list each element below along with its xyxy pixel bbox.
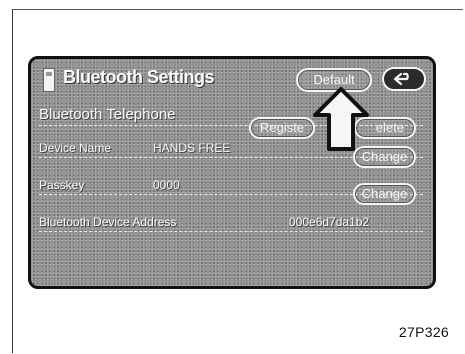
passkey-change-button[interactable]: Change	[353, 183, 416, 205]
device-address-label: Bluetooth Device Address	[39, 215, 177, 229]
device-address-value: 000e6d7da1b2	[289, 215, 370, 229]
pointer-arrow-icon	[313, 87, 369, 151]
passkey-label: Passkey	[39, 178, 85, 192]
phone-icon	[43, 68, 55, 92]
screen-title: Bluetooth Settings	[63, 67, 215, 87]
figure-caption: 27P326	[398, 324, 449, 340]
device-name-label: Device Name	[39, 141, 112, 155]
device-address-row: Bluetooth Device Address 000e6d7da1b2	[39, 207, 423, 232]
return-arrow-icon	[393, 72, 409, 86]
bluetooth-settings-screen: Bluetooth Settings Default Bluetooth Tel…	[28, 56, 436, 289]
passkey-value: 0000	[153, 178, 180, 192]
device-name-value: HANDS FREE	[153, 141, 231, 155]
bluetooth-telephone-label: Bluetooth Telephone	[39, 106, 176, 123]
back-button[interactable]	[382, 67, 426, 91]
